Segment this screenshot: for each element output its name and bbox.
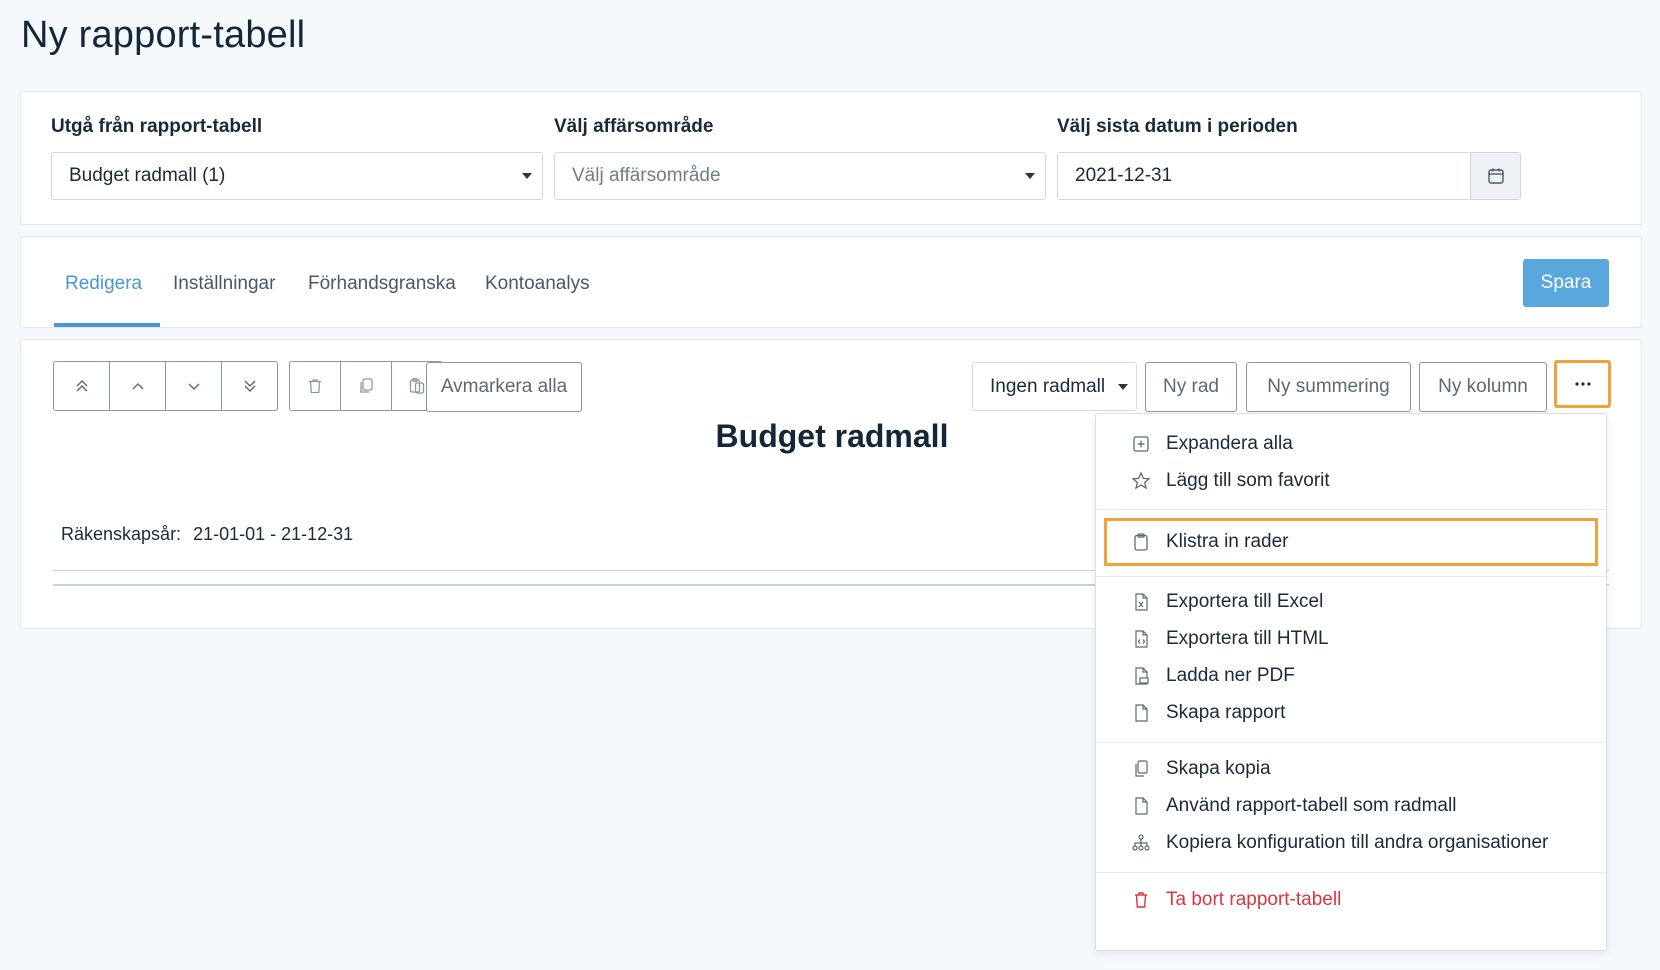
menu-item-create-copy[interactable]: Skapa kopia [1096,751,1606,787]
menu-item-label: Ta bort rapport-tabell [1166,889,1342,910]
new-column-button[interactable]: Ny kolumn [1419,362,1547,412]
menu-item-create-report[interactable]: Skapa rapport [1096,695,1606,731]
star-icon [1130,470,1152,492]
trash-icon [309,379,321,394]
move-button-group [53,361,278,411]
move-top-button[interactable] [53,361,110,411]
page-title: Ny rapport-tabell [21,14,306,56]
tab-redigera[interactable]: Redigera [65,273,142,295]
fiscal-year-range: 21-01-01 - 21-12-31 [193,524,354,544]
double-chevron-down-icon [244,380,255,392]
menu-item-label: Exportera till HTML [1166,628,1329,649]
menu-item-label: Expandera alla [1166,433,1293,454]
calendar-icon [1487,168,1504,184]
paste-icon [409,377,425,394]
period-end-label: Välj sista datum i perioden [1057,116,1298,137]
fiscal-year: Räkenskapsår: 21-01-01 - 21-12-31 [61,524,353,545]
business-area-select[interactable]: Välj affärsområde [554,152,1046,200]
move-up-button[interactable] [109,361,166,411]
caret-down-icon [522,173,532,179]
tab-forhandsgranska[interactable]: Förhandsgranska [308,273,456,295]
pdf-file-icon [1130,665,1152,687]
menu-item-label: Skapa kopia [1166,758,1271,779]
row-template-value: Ingen radmall [990,375,1106,397]
base-table-select[interactable]: Budget radmall (1) [51,152,543,200]
save-button[interactable]: Spara [1523,259,1609,307]
base-table-value: Budget radmall (1) [69,165,226,186]
filters-card: Utgå från rapport-tabell Budget radmall … [20,91,1642,225]
deselect-all-button[interactable]: Avmarkera alla [426,362,582,412]
double-chevron-up-icon [76,380,87,392]
file-icon [1130,795,1152,817]
business-area-placeholder: Välj affärsområde [572,165,721,186]
excel-file-icon [1130,591,1152,613]
caret-down-icon [1025,173,1035,179]
edit-button-group [289,361,443,411]
clipboard-icon [1130,531,1152,553]
tab-kontoanalys[interactable]: Kontoanalys [485,273,590,295]
chevron-up-icon [132,383,143,390]
delete-row-button[interactable] [289,361,341,411]
new-sum-button[interactable]: Ny summering [1246,362,1411,412]
move-bottom-button[interactable] [221,361,278,411]
menu-item-label: Lägg till som favorit [1166,470,1330,491]
chevron-down-icon [188,383,199,390]
fiscal-year-label: Räkenskapsår: [61,524,182,544]
menu-item-label: Klistra in rader [1166,531,1289,552]
menu-item-paste-rows[interactable]: Klistra in rader [1104,518,1598,566]
trash-icon [1130,889,1152,911]
more-dots-icon [1574,382,1591,386]
more-options-menu: Expandera alla Lägg till som favorit Kli… [1095,413,1607,951]
new-row-button[interactable]: Ny rad [1145,362,1237,412]
menu-item-copy-config[interactable]: Kopiera konfiguration till andra organis… [1096,825,1606,861]
business-area-label: Välj affärsområde [554,116,714,137]
tabs-card: Redigera Inställningar Förhandsgranska K… [20,236,1642,328]
menu-item-download-pdf[interactable]: Ladda ner PDF [1096,658,1606,694]
copy-row-button[interactable] [340,361,392,411]
menu-item-use-as-template[interactable]: Använd rapport-tabell som radmall [1096,788,1606,824]
menu-item-export-excel[interactable]: Exportera till Excel [1096,584,1606,620]
org-tree-icon [1130,832,1152,854]
tab-installningar[interactable]: Inställningar [173,273,275,295]
html-file-icon [1130,628,1152,650]
menu-item-export-html[interactable]: Exportera till HTML [1096,621,1606,657]
row-template-select[interactable]: Ingen radmall [972,362,1137,411]
business-area-filter: Välj affärsområde Välj affärsområde [554,116,1046,200]
calendar-button[interactable] [1470,153,1520,199]
menu-item-label: Ladda ner PDF [1166,665,1295,686]
copy-icon [1130,758,1152,780]
base-table-label: Utgå från rapport-tabell [51,116,263,137]
menu-divider [1096,872,1606,873]
menu-item-expand-all[interactable]: Expandera alla [1096,426,1606,462]
plus-square-icon [1130,433,1152,455]
menu-item-delete-table[interactable]: Ta bort rapport-tabell [1096,882,1606,918]
menu-item-add-favorite[interactable]: Lägg till som favorit [1096,463,1606,499]
more-options-button[interactable] [1554,360,1611,408]
caret-down-icon [1118,384,1128,390]
menu-divider [1096,576,1606,577]
move-down-button[interactable] [165,361,222,411]
period-end-input[interactable]: 2021-12-31 [1057,152,1521,200]
base-table-filter: Utgå från rapport-tabell Budget radmall … [51,116,543,200]
menu-item-label: Kopiera konfiguration till andra organis… [1166,832,1549,853]
active-tab-indicator [54,323,160,327]
menu-item-label: Exportera till Excel [1166,591,1324,612]
menu-divider [1096,742,1606,743]
menu-divider [1096,509,1606,510]
menu-item-label: Använd rapport-tabell som radmall [1166,795,1457,816]
copy-icon [360,378,373,393]
period-end-value: 2021-12-31 [1075,165,1173,186]
menu-item-label: Skapa rapport [1166,702,1286,723]
period-end-filter: Välj sista datum i perioden 2021-12-31 [1057,116,1521,200]
file-icon [1130,702,1152,724]
